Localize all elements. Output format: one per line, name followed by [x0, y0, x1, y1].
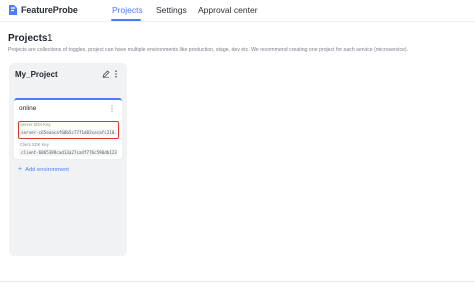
client-sdk-key-field[interactable]: client-6065389cad13a27ca4f776c590db123..… — [19, 149, 117, 156]
tab-projects[interactable]: Projects — [112, 5, 143, 15]
bottom-divider — [0, 281, 474, 282]
environment-name: online — [19, 105, 37, 112]
plus-icon: + — [18, 166, 23, 173]
project-more-icon[interactable] — [114, 70, 118, 78]
tab-approval-center[interactable]: Approval center — [198, 5, 258, 15]
add-environment-button[interactable]: + Add environment — [18, 166, 69, 173]
project-count: 1 — [47, 33, 53, 44]
active-tab-indicator — [111, 19, 141, 21]
featureprobe-logo-icon — [9, 5, 17, 15]
brand-logo[interactable]: FeatureProbe — [8, 4, 78, 16]
client-sdk-key-label: Client SDK Key — [20, 142, 49, 147]
tab-settings[interactable]: Settings — [156, 5, 187, 15]
environment-more-icon[interactable] — [110, 105, 114, 112]
top-navigation-bar: FeatureProbe Projects Settings Approval … — [0, 0, 474, 22]
edit-icon[interactable] — [102, 70, 110, 78]
environment-card-online[interactable]: online Server SDK Key server-c65eaacaf60… — [14, 98, 122, 159]
page-title: Projects — [8, 33, 48, 44]
page-description: Projects are collections of toggles, pro… — [8, 47, 409, 53]
server-sdk-key-highlight — [18, 121, 119, 139]
project-card: My_Project online Server SDK Key server-… — [9, 63, 127, 256]
project-name: My_Project — [15, 70, 58, 79]
brand-name: FeatureProbe — [21, 5, 78, 15]
add-environment-label: Add environment — [25, 166, 69, 173]
